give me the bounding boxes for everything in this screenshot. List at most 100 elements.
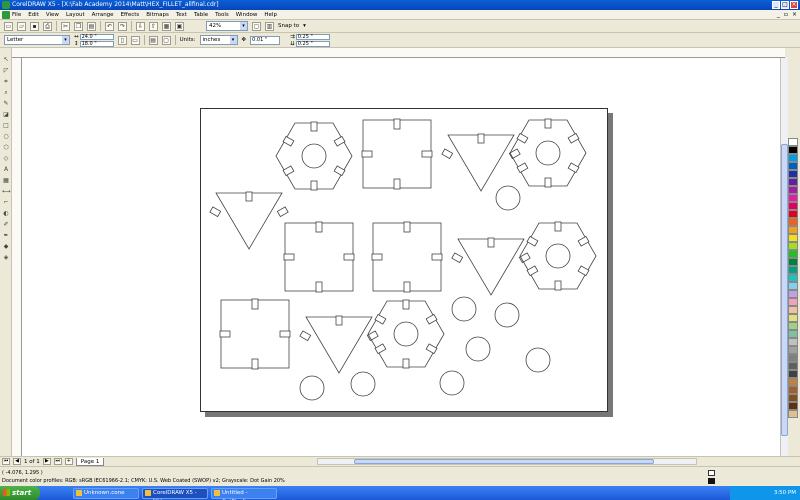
crop-tool-icon[interactable]: ⌗ (2, 78, 10, 86)
menu-bitmaps[interactable]: Bitmaps (146, 12, 169, 18)
menu-edit[interactable]: Edit (28, 12, 39, 18)
start-button[interactable]: start (0, 486, 40, 500)
hexagon-part[interactable] (519, 221, 597, 291)
page-tab[interactable]: Page 1 (75, 457, 105, 466)
menu-file[interactable]: File (12, 12, 21, 18)
open-icon[interactable]: ▱ (17, 21, 26, 31)
outline-tool-icon[interactable]: ✒ (2, 232, 10, 240)
page-height-field[interactable]: 18.0 " (79, 40, 114, 47)
square-part[interactable] (371, 221, 443, 293)
square-part[interactable] (219, 298, 291, 370)
outline-indicator[interactable] (708, 478, 715, 484)
export-icon[interactable]: ⇧ (149, 21, 158, 31)
eyedropper-tool-icon[interactable]: ✐ (2, 221, 10, 229)
last-page-icon[interactable]: ⏭ (53, 458, 62, 465)
landscape-icon[interactable]: ▭ (130, 35, 140, 45)
doc-restore-button[interactable]: ▫ (784, 11, 788, 18)
color-swatch[interactable] (788, 218, 798, 226)
shape-tool-icon[interactable]: ◸ (2, 67, 10, 75)
zoom-tool-icon[interactable]: ⌕ (2, 89, 10, 97)
portrait-icon[interactable]: ▯ (117, 35, 127, 45)
menu-arrange[interactable]: Arrange (92, 12, 114, 18)
nudge-distance-field[interactable]: 0.01 " (250, 35, 281, 45)
color-swatch[interactable] (788, 298, 798, 306)
vertical-scrollbar[interactable] (780, 58, 788, 456)
doc-minimize-button[interactable]: _ (777, 11, 780, 18)
circle-part[interactable] (299, 375, 325, 401)
circle-part[interactable] (494, 302, 520, 328)
triangle-part[interactable] (299, 315, 379, 374)
table-tool-icon[interactable]: ▦ (2, 177, 10, 185)
welcome-screen-icon[interactable]: ▣ (175, 21, 184, 31)
color-swatch[interactable] (788, 266, 798, 274)
interactive-fill-icon[interactable]: ◈ (2, 254, 10, 262)
color-swatch[interactable] (788, 202, 798, 210)
fill-tool-icon[interactable]: ◆ (2, 243, 10, 251)
page-width-field[interactable]: 24.0 " (79, 33, 114, 40)
color-swatch[interactable] (788, 290, 798, 298)
vertical-ruler[interactable] (12, 58, 22, 456)
color-swatch[interactable] (788, 194, 798, 202)
color-swatch[interactable] (788, 394, 798, 402)
menu-tools[interactable]: Tools (215, 12, 229, 18)
color-swatch[interactable] (788, 410, 798, 418)
application-launcher-icon[interactable]: ▦ (162, 21, 171, 31)
text-tool-icon[interactable]: A (2, 166, 10, 174)
color-swatch[interactable] (788, 274, 798, 282)
circle-part[interactable] (495, 185, 521, 211)
pick-tool-icon[interactable]: ↖ (2, 56, 10, 64)
cut-icon[interactable]: ✂ (61, 21, 70, 31)
ellipse-tool-icon[interactable]: ○ (2, 133, 10, 141)
color-swatch[interactable] (788, 338, 798, 346)
color-swatch[interactable] (788, 282, 798, 290)
menu-view[interactable]: View (46, 12, 59, 18)
color-swatch[interactable] (788, 250, 798, 258)
hexagon-part[interactable] (275, 121, 353, 191)
polygon-tool-icon[interactable]: ⬡ (2, 144, 10, 152)
snap-to-menu[interactable]: Snap to (278, 23, 299, 29)
color-swatch[interactable] (788, 370, 798, 378)
duplicate-y-field[interactable]: 0.25 " (295, 40, 330, 47)
next-page-icon[interactable]: ▶ (42, 458, 51, 465)
color-swatch[interactable] (788, 234, 798, 242)
hexagon-part[interactable] (509, 118, 587, 188)
show-rulers-icon[interactable]: ▥ (265, 21, 274, 31)
color-swatch[interactable] (788, 162, 798, 170)
import-icon[interactable]: ⇩ (136, 21, 145, 31)
color-swatch[interactable] (788, 226, 798, 234)
smart-fill-icon[interactable]: ◪ (2, 111, 10, 119)
taskbar-item[interactable]: CorelDRAW X5 - [X:\... (142, 487, 208, 500)
color-swatch[interactable] (788, 362, 798, 370)
scrollbar-thumb[interactable] (354, 459, 655, 464)
current-page-icon[interactable]: ▢ (161, 35, 171, 45)
freehand-tool-icon[interactable]: ✎ (2, 100, 10, 108)
hexagon-part[interactable] (367, 299, 445, 369)
triangle-part[interactable] (451, 237, 531, 296)
connector-tool-icon[interactable]: ⌐ (2, 199, 10, 207)
triangle-part[interactable] (209, 191, 289, 250)
menu-table[interactable]: Table (194, 12, 208, 18)
color-swatch[interactable] (788, 242, 798, 250)
undo-icon[interactable]: ↶ (105, 21, 114, 31)
save-icon[interactable]: ▪ (30, 21, 39, 31)
menu-help[interactable]: Help (264, 12, 277, 18)
redo-icon[interactable]: ↷ (118, 21, 127, 31)
color-swatch[interactable] (788, 146, 798, 154)
menu-text[interactable]: Text (176, 12, 187, 18)
close-button[interactable]: × (790, 1, 798, 9)
circle-part[interactable] (465, 336, 491, 362)
color-swatch[interactable] (788, 258, 798, 266)
circle-part[interactable] (350, 371, 376, 397)
horizontal-ruler[interactable] (12, 48, 785, 58)
color-profile-info[interactable]: Document color profiles: RGB: sRGB IEC61… (2, 478, 285, 484)
triangle-part[interactable] (441, 133, 521, 192)
zoom-level-combo[interactable]: 42% ▾ (206, 21, 248, 31)
scrollbar-thumb[interactable] (781, 144, 788, 436)
color-swatch[interactable] (788, 402, 798, 410)
color-swatch[interactable] (788, 210, 798, 218)
menu-layout[interactable]: Layout (66, 12, 85, 18)
color-swatch[interactable] (788, 346, 798, 354)
fill-indicator[interactable] (708, 470, 715, 476)
new-icon[interactable]: ▭ (4, 21, 13, 31)
blend-tool-icon[interactable]: ◐ (2, 210, 10, 218)
